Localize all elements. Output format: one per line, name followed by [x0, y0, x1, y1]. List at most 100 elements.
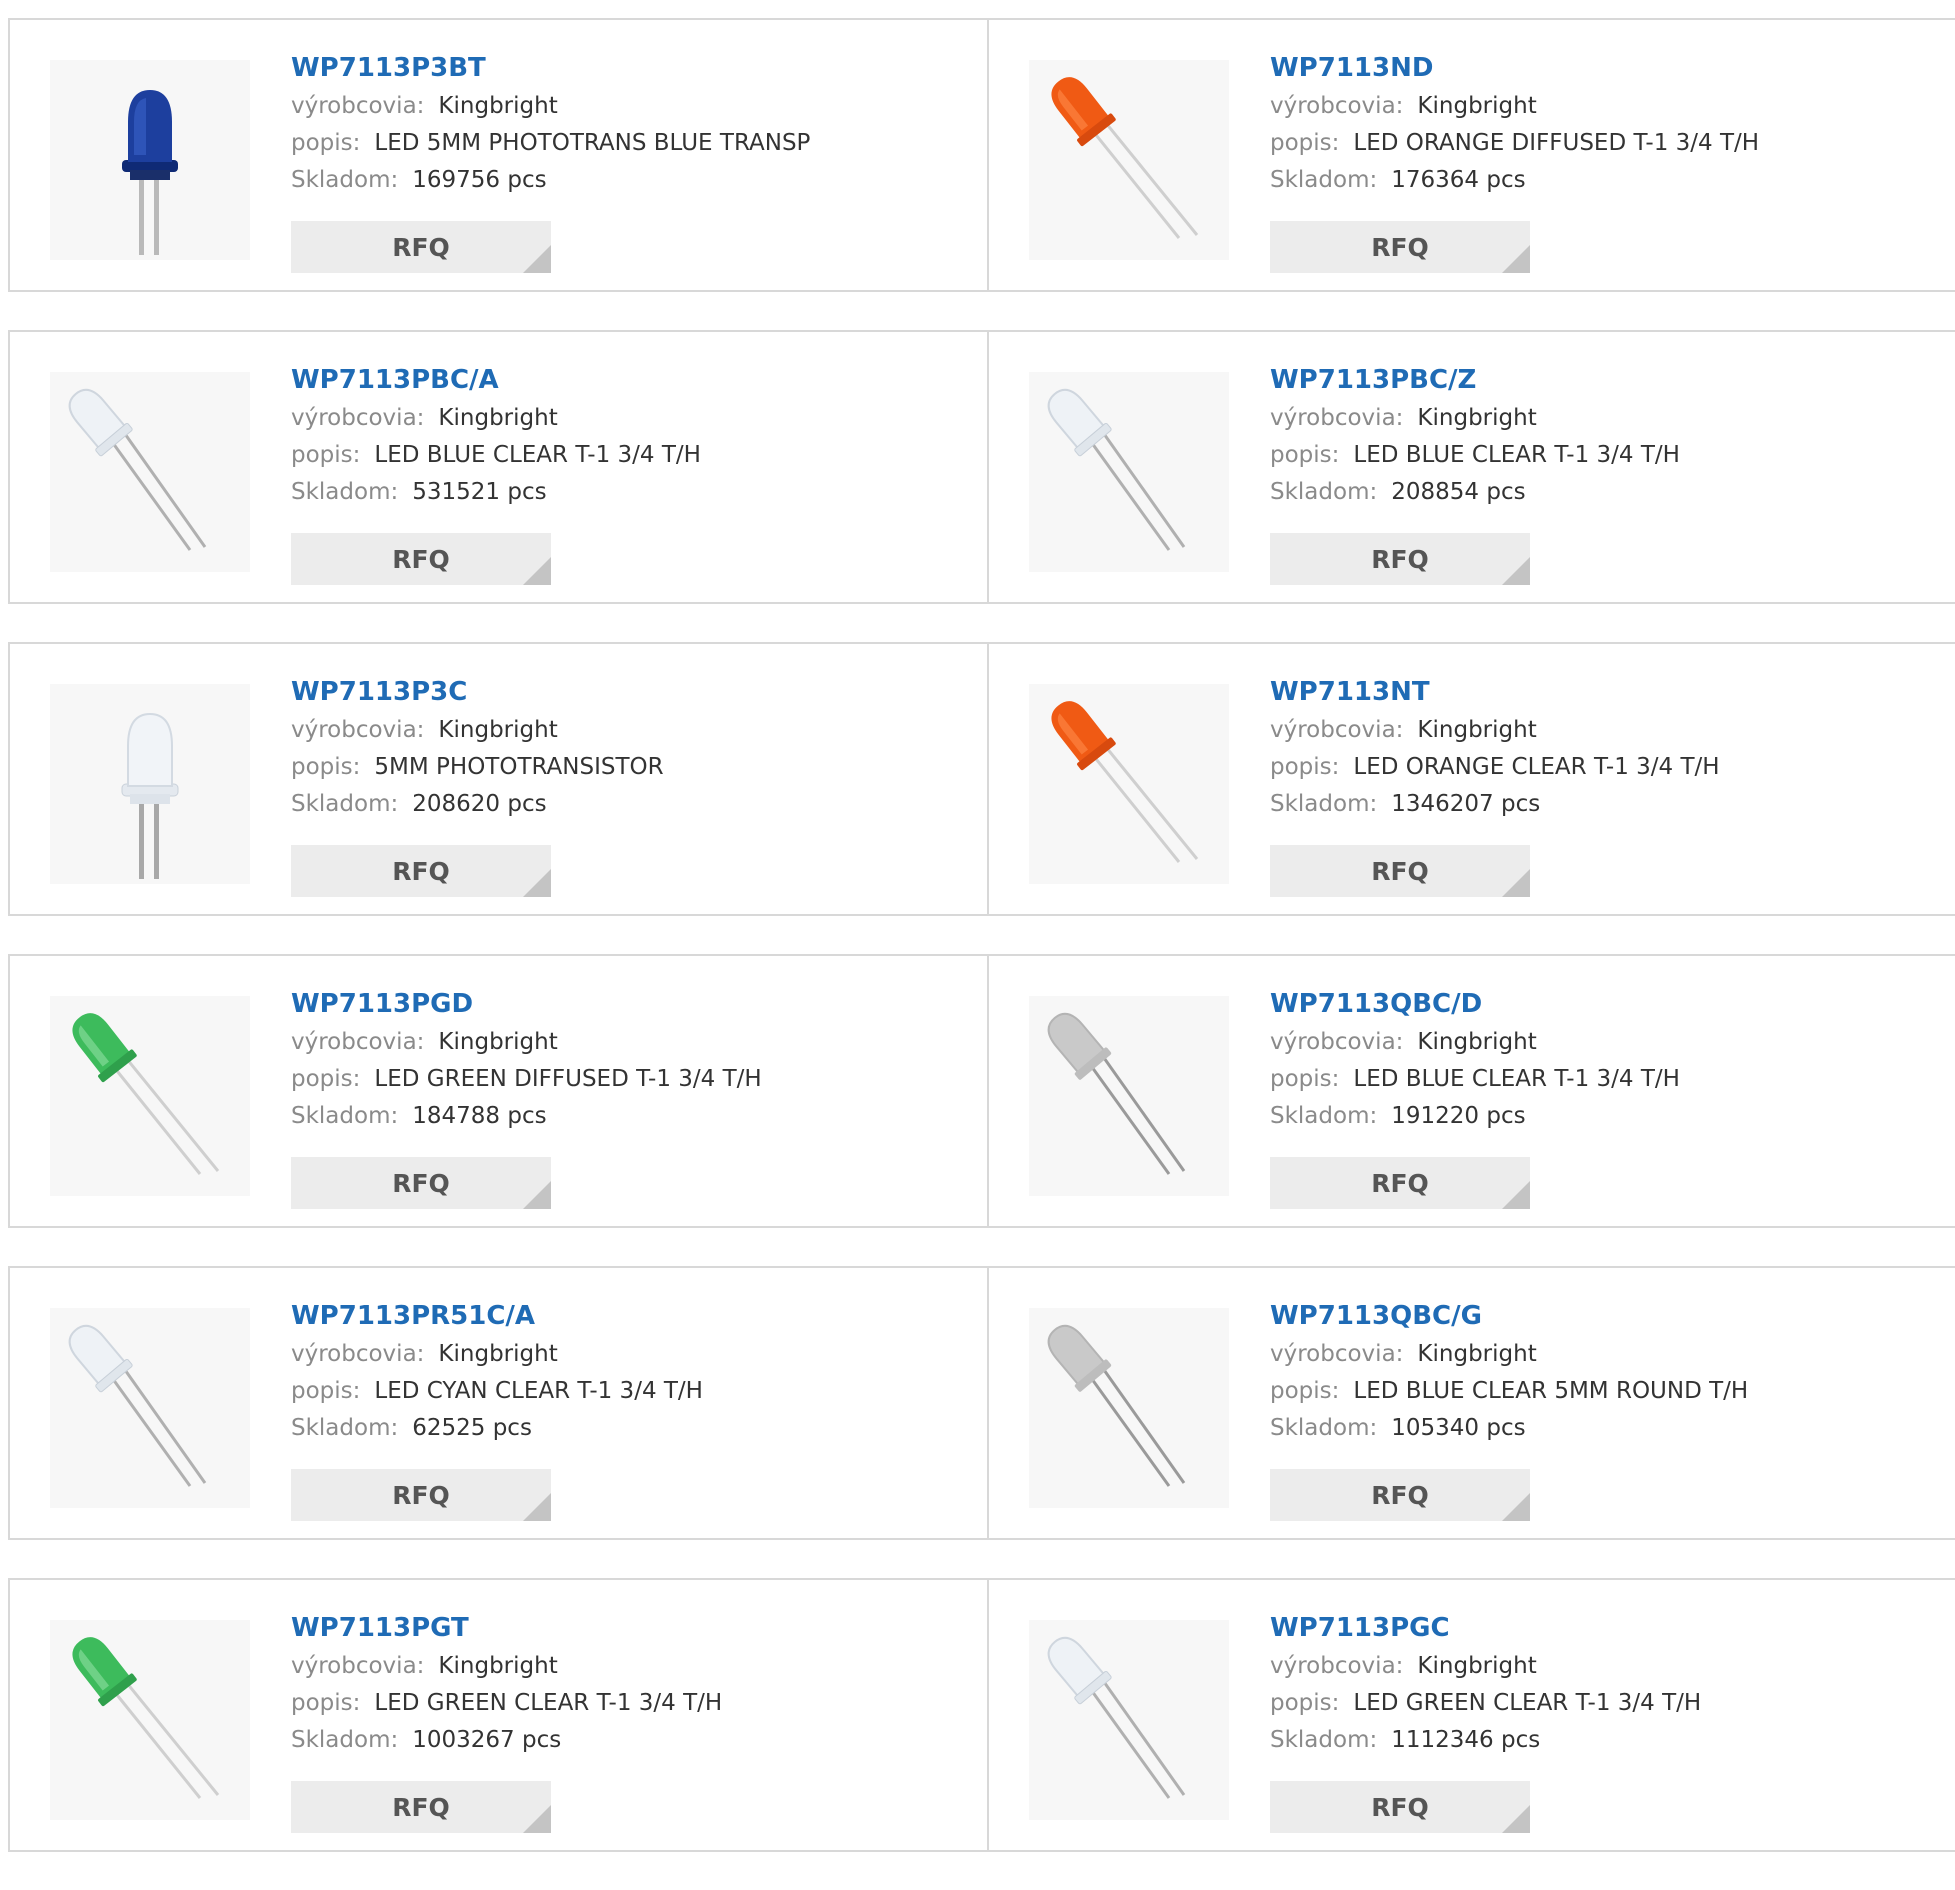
- stock-value: 1003267 pcs: [412, 1727, 562, 1753]
- stock-label: Skladom:: [1270, 167, 1378, 193]
- description-label: popis:: [291, 1690, 361, 1716]
- manufacturer-label: výrobcovia:: [291, 1029, 425, 1055]
- rfq-button[interactable]: RFQ: [1270, 1157, 1530, 1209]
- corner-triangle-icon: [1502, 869, 1530, 897]
- led-green-angled-icon[interactable]: [50, 996, 250, 1196]
- stock-value: 1346207 pcs: [1391, 791, 1541, 817]
- rfq-label: RFQ: [392, 1168, 450, 1198]
- rfq-button[interactable]: RFQ: [291, 1469, 551, 1521]
- rfq-label: RFQ: [392, 1792, 450, 1822]
- manufacturer-value: Kingbright: [1417, 405, 1537, 431]
- led-orange-angled-icon[interactable]: [1029, 684, 1229, 884]
- description-value: LED BLUE CLEAR 5MM ROUND T/H: [1353, 1378, 1749, 1404]
- stock-value: 105340 pcs: [1391, 1415, 1526, 1441]
- stock-value: 208620 pcs: [412, 791, 547, 817]
- rfq-button[interactable]: RFQ: [1270, 1781, 1530, 1833]
- description-label: popis:: [1270, 442, 1340, 468]
- led-clear-angled-icon[interactable]: [50, 372, 250, 572]
- manufacturer-label: výrobcovia:: [1270, 1341, 1404, 1367]
- rfq-button[interactable]: RFQ: [1270, 533, 1530, 585]
- product-card: WP7113NT výrobcovia: Kingbright popis: LED…: [987, 644, 1955, 914]
- stock-label: Skladom:: [1270, 479, 1378, 505]
- description-label: popis:: [291, 442, 361, 468]
- stock-label: Skladom:: [1270, 791, 1378, 817]
- rfq-button[interactable]: RFQ: [291, 845, 551, 897]
- stock-label: Skladom:: [1270, 1103, 1378, 1129]
- rfq-label: RFQ: [392, 856, 450, 886]
- rfq-button[interactable]: RFQ: [1270, 1469, 1530, 1521]
- part-number-link[interactable]: WP7113P3BT: [291, 48, 810, 88]
- part-number-link[interactable]: WP7113ND: [1270, 48, 1759, 88]
- part-number-link[interactable]: WP7113PR51C/A: [291, 1296, 703, 1336]
- product-row: WP7113P3BT výrobcovia: Kingbright popis: L…: [8, 18, 1955, 292]
- stock-label: Skladom:: [291, 1727, 399, 1753]
- part-number-link[interactable]: WP7113PBC/A: [291, 360, 701, 400]
- part-number-link[interactable]: WP7113PGT: [291, 1608, 722, 1648]
- part-number-link[interactable]: WP7113PGC: [1270, 1608, 1701, 1648]
- rfq-button[interactable]: RFQ: [1270, 845, 1530, 897]
- rfq-label: RFQ: [392, 1480, 450, 1510]
- manufacturer-label: výrobcovia:: [291, 405, 425, 431]
- rfq-label: RFQ: [1371, 856, 1429, 886]
- led-clear-angled-icon[interactable]: [1029, 372, 1229, 572]
- stock-value: 176364 pcs: [1391, 167, 1526, 193]
- rfq-label: RFQ: [392, 544, 450, 574]
- rfq-label: RFQ: [1371, 1792, 1429, 1822]
- product-card: WP7113QBC/G výrobcovia: Kingbright popis:…: [987, 1268, 1955, 1538]
- product-card: WP7113PBC/Z výrobcovia: Kingbright popis:…: [987, 332, 1955, 602]
- corner-triangle-icon: [1502, 245, 1530, 273]
- part-number-link[interactable]: WP7113QBC/G: [1270, 1296, 1748, 1336]
- manufacturer-value: Kingbright: [438, 1653, 558, 1679]
- led-clear-angled-icon[interactable]: [1029, 1620, 1229, 1820]
- description-value: LED ORANGE DIFFUSED T-1 3/4 T/H: [1353, 130, 1760, 156]
- part-number-link[interactable]: WP7113PGD: [291, 984, 762, 1024]
- stock-value: 184788 pcs: [412, 1103, 547, 1129]
- manufacturer-value: Kingbright: [438, 1029, 558, 1055]
- rfq-button[interactable]: RFQ: [1270, 221, 1530, 273]
- stock-label: Skladom:: [291, 791, 399, 817]
- description-value: LED CYAN CLEAR T-1 3/4 T/H: [374, 1378, 703, 1404]
- stock-label: Skladom:: [291, 167, 399, 193]
- led-dark-blue-upright-icon[interactable]: [50, 60, 250, 260]
- product-row: WP7113P3C výrobcovia: Kingbright popis: 5M…: [8, 642, 1955, 916]
- led-green-angled-icon[interactable]: [50, 1620, 250, 1820]
- description-value: LED BLUE CLEAR T-1 3/4 T/H: [1353, 442, 1680, 468]
- led-clear-angled-icon[interactable]: [50, 1308, 250, 1508]
- manufacturer-label: výrobcovia:: [1270, 1653, 1404, 1679]
- rfq-button[interactable]: RFQ: [291, 533, 551, 585]
- description-value: LED BLUE CLEAR T-1 3/4 T/H: [1353, 1066, 1680, 1092]
- rfq-button[interactable]: RFQ: [291, 1781, 551, 1833]
- product-row: WP7113PBC/A výrobcovia: Kingbright popis:…: [8, 330, 1955, 604]
- description-label: popis:: [1270, 1378, 1340, 1404]
- part-number-link[interactable]: WP7113PBC/Z: [1270, 360, 1680, 400]
- manufacturer-value: Kingbright: [1417, 93, 1537, 119]
- product-card: WP7113QBC/D výrobcovia: Kingbright popis:…: [987, 956, 1955, 1226]
- led-grey-angled-icon[interactable]: [1029, 996, 1229, 1196]
- corner-triangle-icon: [523, 1181, 551, 1209]
- stock-label: Skladom:: [291, 1103, 399, 1129]
- description-label: popis:: [1270, 754, 1340, 780]
- description-label: popis:: [291, 130, 361, 156]
- part-number-link[interactable]: WP7113NT: [1270, 672, 1720, 712]
- stock-label: Skladom:: [291, 479, 399, 505]
- rfq-button[interactable]: RFQ: [291, 1157, 551, 1209]
- part-number-link[interactable]: WP7113P3C: [291, 672, 664, 712]
- corner-triangle-icon: [1502, 1181, 1530, 1209]
- stock-value: 62525 pcs: [412, 1415, 532, 1441]
- product-card: WP7113PBC/A výrobcovia: Kingbright popis:…: [10, 332, 987, 602]
- rfq-button[interactable]: RFQ: [291, 221, 551, 273]
- corner-triangle-icon: [1502, 1493, 1530, 1521]
- led-clear-upright-icon[interactable]: [50, 684, 250, 884]
- product-card: WP7113P3BT výrobcovia: Kingbright popis: L…: [10, 20, 987, 290]
- description-value: LED GREEN CLEAR T-1 3/4 T/H: [1353, 1690, 1702, 1716]
- led-orange-angled-icon[interactable]: [1029, 60, 1229, 260]
- manufacturer-value: Kingbright: [438, 1341, 558, 1367]
- part-number-link[interactable]: WP7113QBC/D: [1270, 984, 1680, 1024]
- description-label: popis:: [291, 1378, 361, 1404]
- manufacturer-label: výrobcovia:: [1270, 717, 1404, 743]
- corner-triangle-icon: [1502, 1805, 1530, 1833]
- product-card: WP7113PGD výrobcovia: Kingbright popis: LE…: [10, 956, 987, 1226]
- corner-triangle-icon: [1502, 557, 1530, 585]
- description-label: popis:: [1270, 130, 1340, 156]
- led-grey-angled-icon[interactable]: [1029, 1308, 1229, 1508]
